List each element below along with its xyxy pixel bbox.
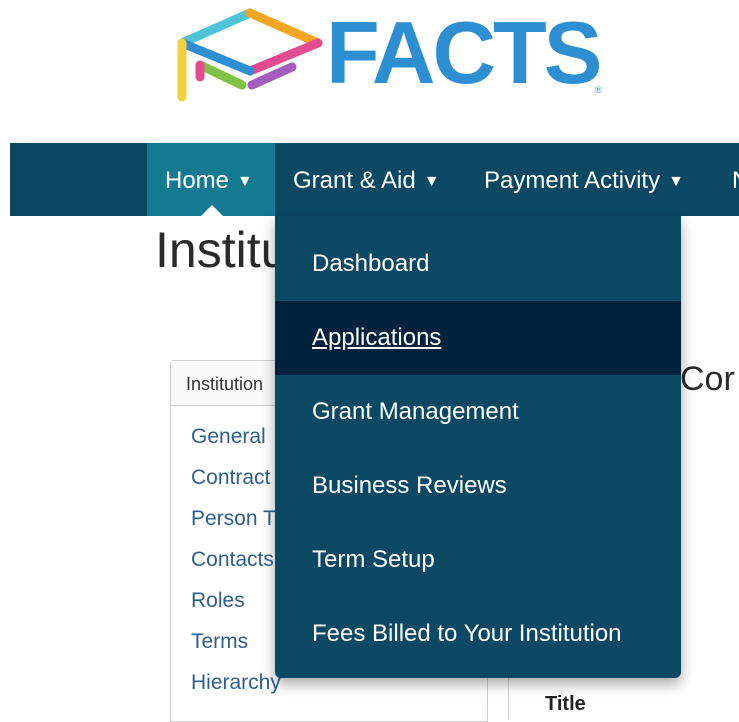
side-link-person-types[interactable]: Person T xyxy=(191,507,276,531)
menu-item-term-setup[interactable]: Term Setup xyxy=(275,523,681,597)
menu-item-grant-management[interactable]: Grant Management xyxy=(275,375,681,449)
side-link-contacts[interactable]: Contacts xyxy=(191,548,274,572)
side-link-general[interactable]: General xyxy=(191,425,266,449)
graduation-cap-logo-icon xyxy=(177,8,323,102)
menu-item-label: Dashboard xyxy=(312,250,430,277)
menu-item-business-reviews[interactable]: Business Reviews xyxy=(275,449,681,523)
nav-payment-activity[interactable]: Payment Activity ▼ xyxy=(484,143,684,216)
title-column-label: Title xyxy=(545,693,586,715)
menu-item-label: Grant Management xyxy=(312,398,519,425)
page-title: Institu xyxy=(155,222,289,278)
side-link-terms[interactable]: Terms xyxy=(191,630,248,654)
menu-item-label: Applications xyxy=(312,324,442,351)
nav-payment-label: Payment Activity xyxy=(484,167,661,194)
caret-down-icon: ▼ xyxy=(237,173,253,190)
side-link-roles[interactable]: Roles xyxy=(191,589,245,613)
nav-more[interactable]: N xyxy=(732,143,739,216)
menu-item-dashboard[interactable]: Dashboard xyxy=(275,227,681,301)
nav-home-label: Home xyxy=(165,167,230,194)
registered-mark: ® xyxy=(595,85,602,95)
active-indicator-notch xyxy=(201,205,223,216)
menu-item-applications[interactable]: Applications xyxy=(275,301,681,375)
caret-down-icon: ▼ xyxy=(668,173,684,190)
menu-item-fees-billed[interactable]: Fees Billed to Your Institution xyxy=(275,597,681,671)
main-navbar: Home ▼ Grant & Aid ▼ Payment Activity ▼ N xyxy=(10,143,739,216)
nav-home[interactable]: Home ▼ xyxy=(147,143,275,216)
caret-down-icon: ▼ xyxy=(423,173,440,190)
side-link-hierarchy[interactable]: Hierarchy xyxy=(191,671,281,695)
facts-logo[interactable]: FACTS ® xyxy=(170,5,610,115)
menu-item-label: Business Reviews xyxy=(312,472,507,499)
menu-item-label: Term Setup xyxy=(312,546,435,573)
nav-grant-label: Grant & Aid xyxy=(293,167,416,194)
grant-and-aid-dropdown-menu: Dashboard Applications Grant Management … xyxy=(275,216,681,678)
side-link-contract[interactable]: Contract xyxy=(191,466,270,490)
brand-wordmark: FACTS xyxy=(326,3,602,102)
nav-grant-and-aid[interactable]: Grant & Aid ▼ xyxy=(293,143,440,216)
section-heading: Cor xyxy=(680,360,735,398)
menu-item-label: Fees Billed to Your Institution xyxy=(312,620,622,647)
nav-more-label: N xyxy=(732,167,739,194)
